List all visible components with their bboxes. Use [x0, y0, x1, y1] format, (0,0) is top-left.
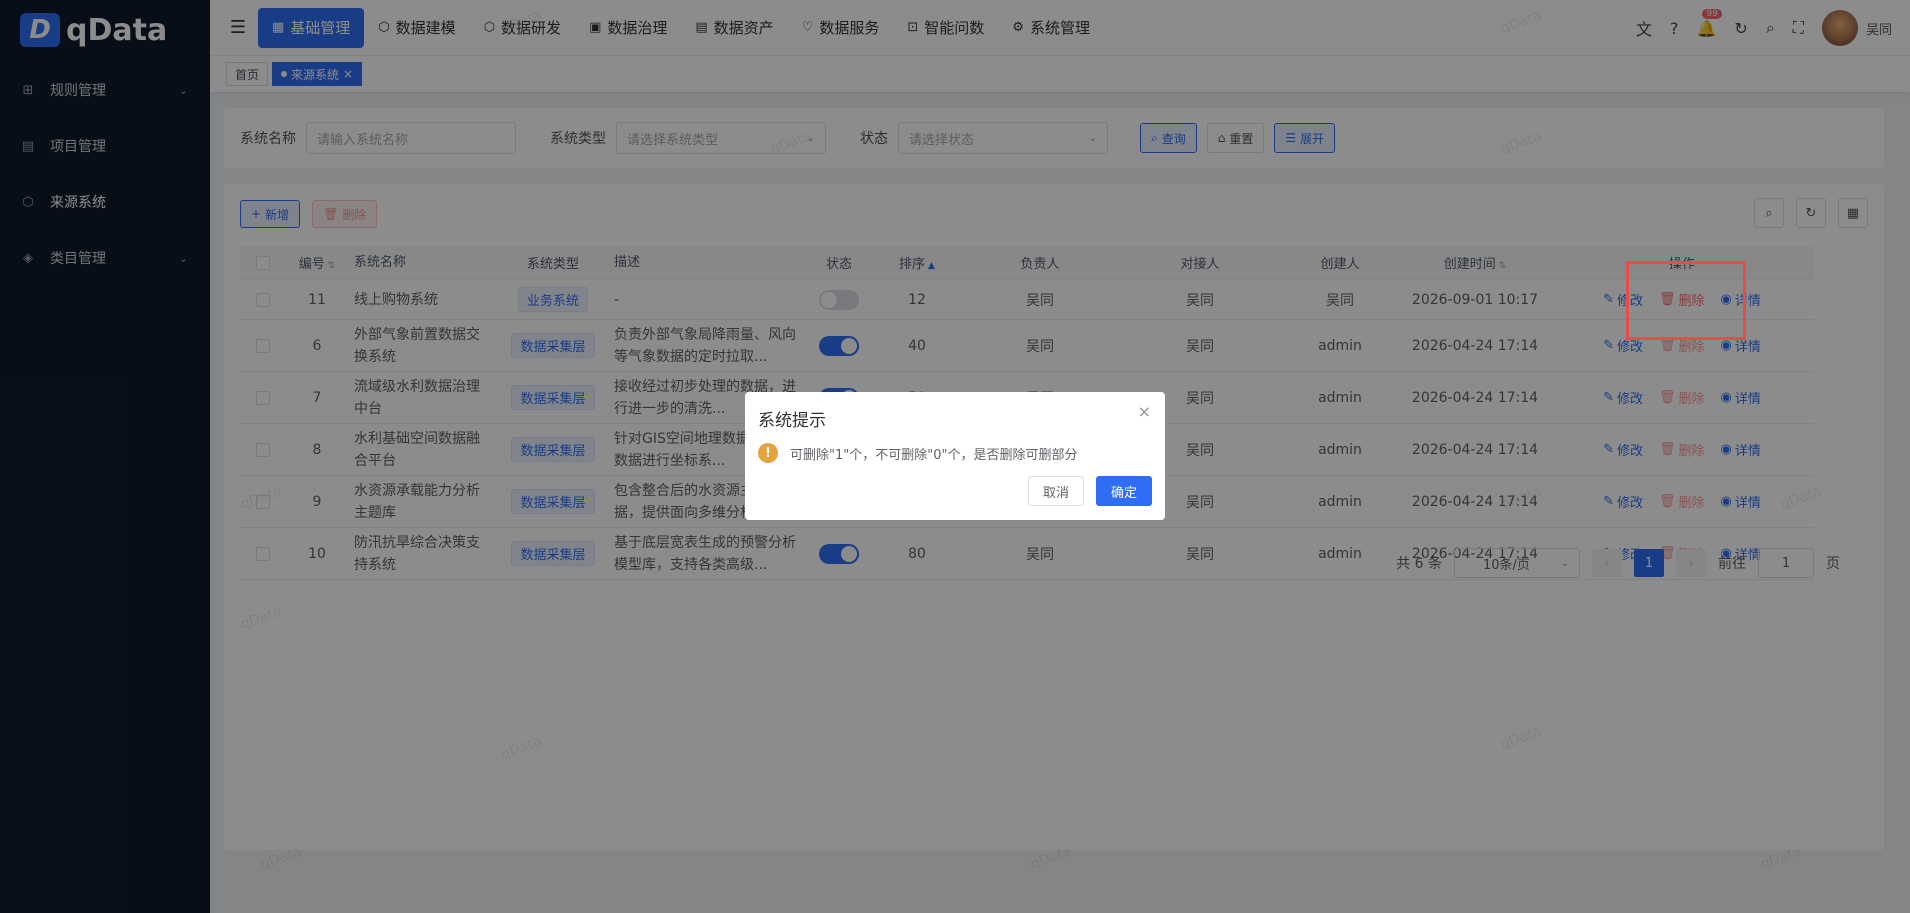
- close-icon[interactable]: ×: [1138, 402, 1151, 421]
- highlight-annotation: [1626, 261, 1746, 340]
- cancel-button[interactable]: 取消: [1027, 476, 1084, 506]
- warning-icon: !: [758, 443, 778, 463]
- confirm-dialog: 系统提示 × ! 可删除"1"个，不可删除"0"个，是否删除可删部分 取消 确定: [745, 392, 1165, 520]
- dialog-message: 可删除"1"个，不可删除"0"个，是否删除可删部分: [790, 447, 1078, 463]
- dialog-title: 系统提示: [758, 411, 826, 431]
- confirm-button[interactable]: 确定: [1095, 476, 1152, 506]
